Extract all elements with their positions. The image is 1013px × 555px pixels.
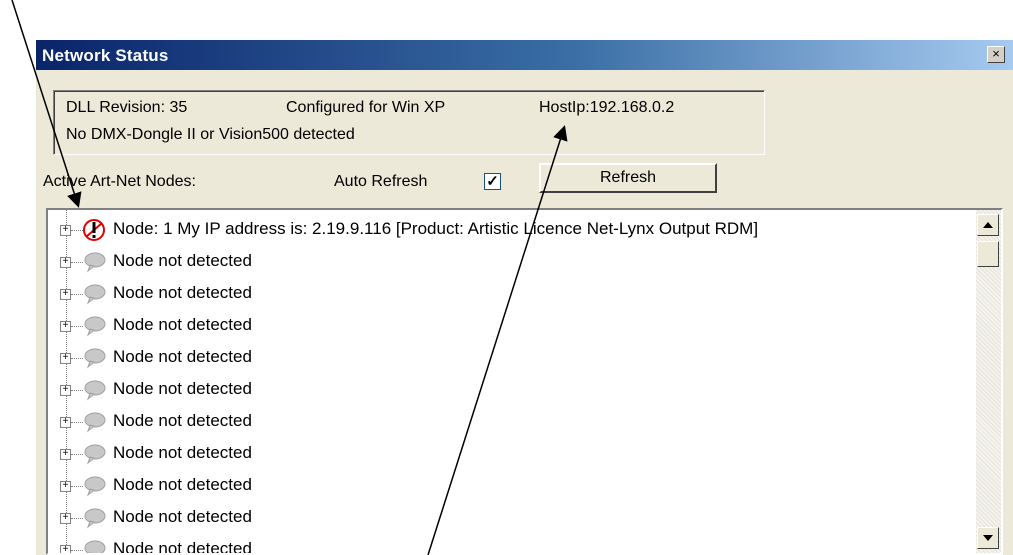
expand-icon[interactable]: + xyxy=(60,449,71,460)
expand-icon[interactable]: + xyxy=(60,385,71,396)
speech-bubble-icon xyxy=(81,538,107,553)
expand-icon[interactable]: + xyxy=(60,417,71,428)
node-item[interactable]: + Node not detected xyxy=(48,246,978,278)
speech-bubble-icon xyxy=(81,378,107,402)
node-label: Node not detected xyxy=(113,283,252,302)
speech-bubble-icon xyxy=(81,506,107,530)
node-item[interactable]: + Node not detected xyxy=(48,534,978,555)
dll-revision-text: DLL Revision: 35 xyxy=(66,99,188,116)
scroll-thumb[interactable] xyxy=(977,241,999,267)
node-item[interactable]: + Node not detected xyxy=(48,406,978,438)
expand-icon[interactable]: + xyxy=(60,481,71,492)
node-label: Node not detected xyxy=(113,347,252,366)
node-label: Node: 1 My IP address is: 2.19.9.116 [Pr… xyxy=(113,219,759,238)
node-item[interactable]: + Node not detected xyxy=(48,438,978,470)
expand-icon[interactable]: + xyxy=(60,545,71,553)
node-item[interactable]: + Node not detected xyxy=(48,310,978,342)
node-label: Node not detected xyxy=(113,475,252,494)
auto-refresh-label: Auto Refresh xyxy=(334,173,428,190)
speech-bubble-icon xyxy=(81,282,107,306)
node-label: Node not detected xyxy=(113,539,252,555)
node-item[interactable]: + Node not detected xyxy=(48,278,978,310)
speech-bubble-icon xyxy=(81,250,107,274)
speech-bubble-icon xyxy=(81,442,107,466)
node-label: Node not detected xyxy=(113,251,252,270)
speech-bubble-icon xyxy=(81,474,107,498)
title-bar: Network Status × xyxy=(36,40,1013,70)
speech-bubble-icon xyxy=(81,410,107,434)
expand-icon[interactable]: + xyxy=(60,513,71,524)
vertical-scrollbar[interactable] xyxy=(976,210,1001,553)
auto-refresh-checkbox[interactable]: ✓ xyxy=(484,173,501,190)
dongle-status-text: No DMX-Dongle II or Vision500 detected xyxy=(66,126,355,143)
expand-icon[interactable]: + xyxy=(60,257,71,268)
node-label: Node not detected xyxy=(113,411,252,430)
scroll-down-button[interactable] xyxy=(977,527,999,549)
speech-bubble-icon xyxy=(81,346,107,370)
active-nodes-label: Active Art-Net Nodes: xyxy=(43,173,196,190)
scroll-up-button[interactable] xyxy=(977,214,999,236)
node-list: + Node: 1 My IP address is: 2.19.9.116 [P… xyxy=(48,210,978,555)
node-label: Node not detected xyxy=(113,507,252,526)
node-label: Node not detected xyxy=(113,379,252,398)
configured-os-text: Configured for Win XP xyxy=(286,99,446,116)
window-title: Network Status xyxy=(42,46,169,65)
network-status-window: Network Status × DLL Revision: 35 Config… xyxy=(36,40,1013,555)
node-item[interactable]: + Node not detected xyxy=(48,374,978,406)
warning-icon xyxy=(81,218,107,242)
expand-icon[interactable]: + xyxy=(60,353,71,364)
close-button[interactable]: × xyxy=(987,46,1005,63)
node-item[interactable]: + Node not detected xyxy=(48,502,978,534)
node-label: Node not detected xyxy=(113,443,252,462)
expand-icon[interactable]: + xyxy=(60,321,71,332)
host-ip-text: HostIp:192.168.0.2 xyxy=(539,99,675,116)
speech-bubble-icon xyxy=(81,314,107,338)
expand-icon[interactable]: + xyxy=(60,225,71,236)
refresh-button[interactable]: Refresh xyxy=(539,163,717,193)
node-item-1[interactable]: + Node: 1 My IP address is: 2.19.9.116 [P… xyxy=(48,214,978,246)
expand-icon[interactable]: + xyxy=(60,289,71,300)
arrow-down-icon xyxy=(983,535,993,541)
node-label: Node not detected xyxy=(113,315,252,334)
node-item[interactable]: + Node not detected xyxy=(48,342,978,374)
node-item[interactable]: + Node not detected xyxy=(48,470,978,502)
node-tree-view[interactable]: + Node: 1 My IP address is: 2.19.9.116 [P… xyxy=(46,208,1003,555)
arrow-up-icon xyxy=(983,222,993,228)
